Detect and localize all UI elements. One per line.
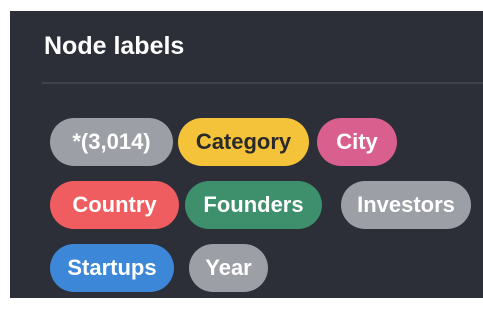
label-chip-country[interactable]: Country xyxy=(50,181,179,229)
label-chip-startups[interactable]: Startups xyxy=(50,244,174,292)
label-chip-category[interactable]: Category xyxy=(178,118,309,166)
divider xyxy=(42,82,483,84)
label-chip-founders[interactable]: Founders xyxy=(185,181,322,229)
label-chip-city[interactable]: City xyxy=(317,118,397,166)
node-labels-panel: Node labels *(3,014) Category City Count… xyxy=(10,11,483,298)
label-chip-investors[interactable]: Investors xyxy=(341,181,471,229)
label-chip-all[interactable]: *(3,014) xyxy=(50,118,173,166)
label-chip-year[interactable]: Year xyxy=(189,244,268,292)
panel-title: Node labels xyxy=(44,32,185,60)
